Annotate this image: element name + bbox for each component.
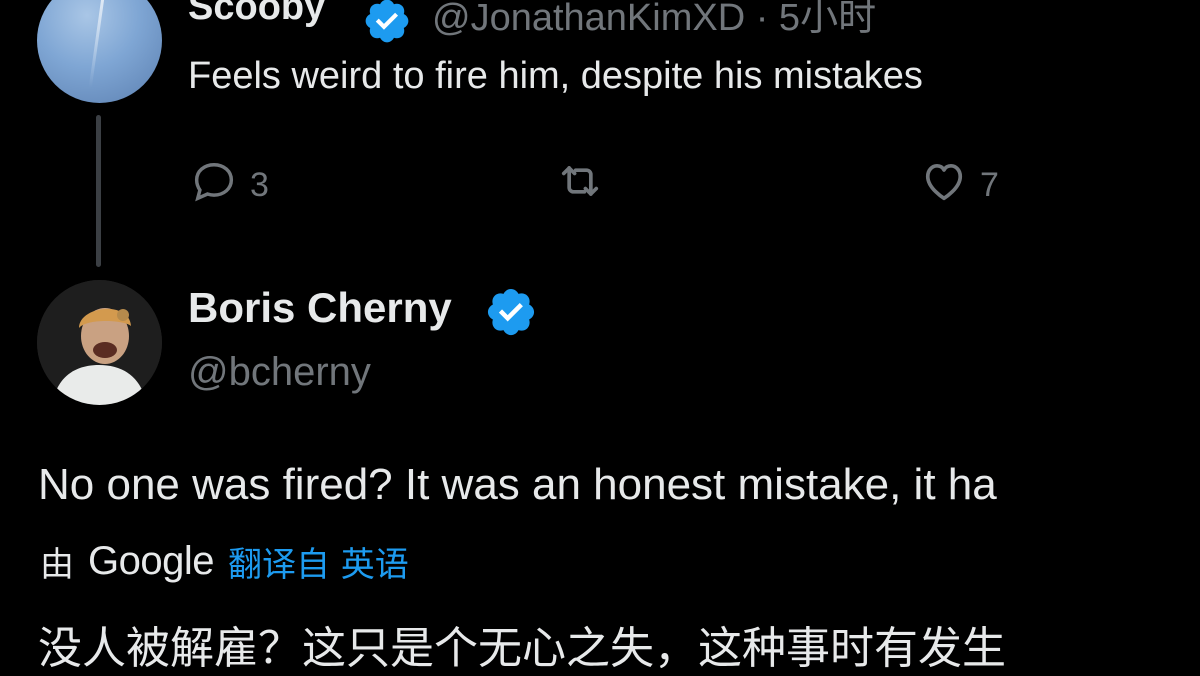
avatar-photo-icon [37,280,162,405]
avatar-boris[interactable] [37,280,162,405]
display-name[interactable]: Boris Cherny [188,284,452,332]
avatar-sky-streak [88,0,105,88]
repost-button[interactable] [552,155,608,216]
reply-button[interactable]: 3 [188,155,269,216]
handle-and-timestamp[interactable]: @JonathanKimXD · 5小时 [432,0,876,41]
avatar-scooby[interactable] [37,0,162,103]
verified-badge-icon [484,285,538,343]
tweet-text: No one was fired? It was an honest mista… [38,460,997,509]
reply-count: 3 [250,166,269,204]
translated-from-link[interactable]: 翻译自 英语 [228,537,409,586]
thread-connector-line [96,115,101,267]
display-name[interactable]: Scooby [188,0,325,29]
repost-icon [552,155,608,216]
translation-attribution: 由 Google 翻译自 英语 [40,537,409,586]
reply-icon [188,155,240,216]
like-count: 7 [980,166,999,204]
verified-badge-icon [362,0,412,50]
translated-by-label: 由 [40,545,74,585]
like-button[interactable]: 7 [918,155,999,216]
tweet-text: Feels weird to fire him, despite his mis… [188,55,923,97]
google-logo: Google [88,539,214,583]
heart-icon [918,155,970,216]
translated-text: 没人被解雇？这只是个无心之失，这种事时有发生 [38,623,1006,674]
handle[interactable]: @bcherny [188,350,371,395]
